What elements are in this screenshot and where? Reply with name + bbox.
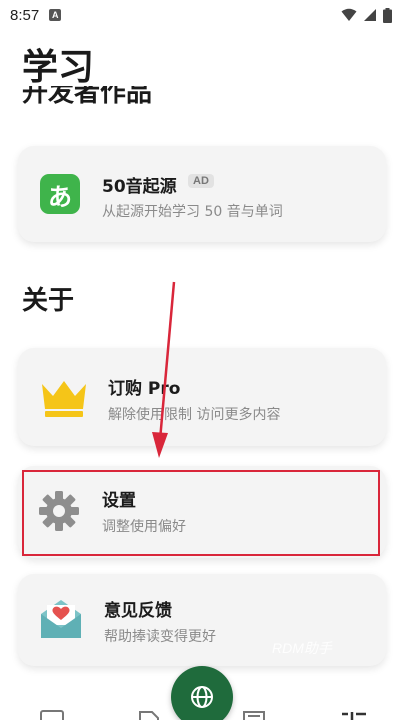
page-title: 学习 [22, 47, 95, 88]
crown-icon [42, 381, 86, 417]
signal-icon [364, 9, 376, 21]
about-section-title: 关于 [22, 286, 75, 316]
app-icon: あ [40, 174, 80, 214]
status-time: 8:57 [10, 6, 40, 24]
mail-heart-icon [41, 600, 81, 638]
feedback-subtitle: 帮助捧读变得更好 [104, 629, 216, 645]
subscribe-pro-card[interactable]: 订购 Pro 解除使用限制 访问更多内容 [18, 348, 386, 446]
globe-fab-button[interactable] [171, 666, 233, 720]
subscribe-subtitle: 解除使用限制 访问更多内容 [108, 407, 281, 423]
ad-badge: AD [188, 174, 214, 188]
settings-highlight-box [22, 470, 380, 556]
status-bar: 8:57 A [0, 0, 402, 30]
wifi-icon [341, 8, 357, 21]
subscribe-title: 订购 Pro [108, 379, 181, 399]
globe-icon [191, 686, 213, 708]
app-title: 50音起源 [102, 177, 177, 197]
nav-list-icon[interactable] [242, 710, 268, 720]
app-promo-card[interactable]: あ 50音起源 AD 从起源开始学习 50 音与单词 [18, 146, 386, 242]
developer-works-heading: 开发者作品 [22, 86, 222, 106]
app-subtitle: 从起源开始学习 50 音与单词 [102, 204, 283, 220]
developer-works-heading-text: 开发者作品 [22, 86, 153, 106]
nav-book-icon[interactable] [138, 710, 162, 720]
battery-icon [383, 7, 392, 23]
notification-icon: A [49, 9, 62, 21]
status-indicators [341, 7, 392, 23]
watermark: RDM助手 [272, 640, 332, 656]
nav-home-icon[interactable] [40, 710, 66, 720]
nav-learn-icon[interactable] [338, 710, 368, 720]
feedback-title: 意见反馈 [104, 601, 172, 621]
